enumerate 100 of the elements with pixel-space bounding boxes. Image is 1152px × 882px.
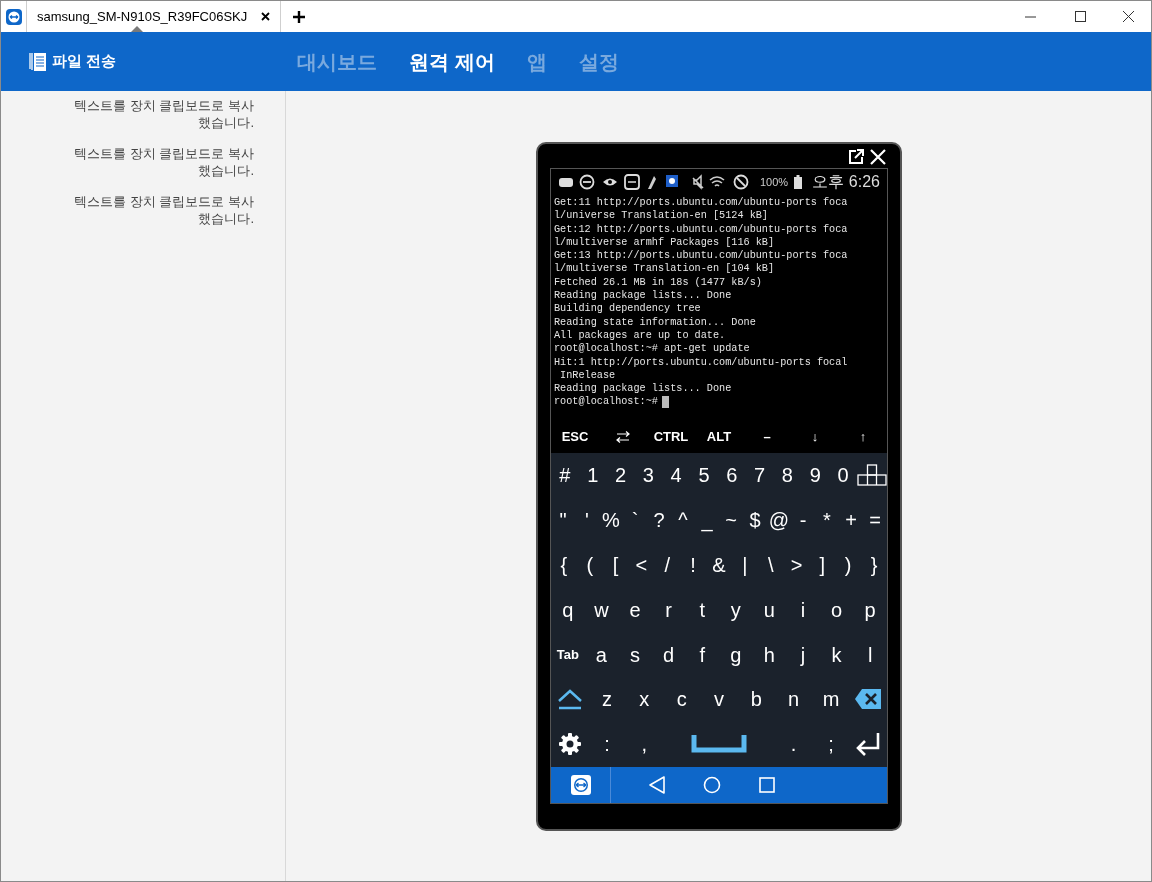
recents-icon[interactable] [759, 776, 775, 793]
arrow-keys-icon[interactable] [856, 464, 887, 487]
keyboard-key[interactable]: ↓ [791, 421, 839, 453]
keyboard-key[interactable]: } [861, 542, 887, 588]
enter-icon[interactable] [855, 732, 882, 757]
keyboard-key[interactable]: ? [647, 497, 671, 543]
keyboard-key[interactable]: $ [743, 497, 767, 543]
keyboard-key[interactable]: 2 [606, 453, 635, 498]
backspace-icon[interactable] [854, 688, 883, 711]
keyboard-key[interactable]: – [743, 421, 791, 453]
keyboard-key[interactable]: ~ [719, 497, 743, 543]
shift-icon[interactable] [556, 688, 583, 711]
keyboard-key[interactable]: b [737, 677, 775, 722]
keyboard-key[interactable]: s [618, 632, 652, 677]
keyboard-key[interactable]: 1 [578, 453, 607, 498]
keyboard-key[interactable]: : [588, 721, 626, 767]
keyboard-key[interactable]: ; [812, 721, 850, 767]
keyboard-key[interactable]: l [853, 632, 887, 677]
terminal-line: Reading package lists... Done [554, 382, 733, 396]
keyboard-key[interactable]: d [651, 632, 686, 677]
keyboard-key[interactable]: , [625, 721, 663, 767]
add-tab-icon[interactable] [293, 10, 306, 23]
keyboard-key[interactable]: i [786, 587, 820, 633]
keyboard-key[interactable]: CTRL [647, 421, 695, 453]
keyboard-key[interactable]: ESC [551, 421, 599, 453]
keyboard-key[interactable]: o [819, 587, 854, 633]
keyboard-key[interactable]: * [815, 497, 839, 543]
close-icon[interactable] [1122, 11, 1134, 22]
terminal-line: Get:11 http://ports.ubuntu.com/ubuntu-ports foca [554, 196, 849, 210]
keyboard-key[interactable]: p [853, 587, 887, 633]
keyboard-key[interactable]: = [863, 497, 887, 543]
keyboard-key[interactable]: { [551, 542, 577, 588]
minimize-icon[interactable] [1024, 15, 1036, 18]
nav-tab[interactable]: 원격 제어 [409, 46, 495, 77]
keyboard-key[interactable]: \ [757, 542, 784, 588]
keyboard-key[interactable]: 3 [634, 453, 663, 498]
swap-arrows-icon[interactable] [616, 431, 630, 443]
keyboard-key[interactable]: t [685, 587, 719, 633]
keyboard-key[interactable]: k [819, 632, 854, 677]
keyboard-key[interactable]: ALT [695, 421, 743, 453]
keyboard-key[interactable]: _ [695, 497, 719, 543]
keyboard-key[interactable]: ] [809, 542, 836, 588]
keyboard-key[interactable]: ! [680, 542, 707, 588]
keyboard-key[interactable]: 0 [829, 453, 857, 498]
keyboard-key[interactable]: 7 [745, 453, 774, 498]
keyboard-key[interactable]: q [551, 587, 585, 633]
keyboard-key[interactable]: ) [835, 542, 862, 588]
keyboard-key[interactable]: Tab [551, 632, 585, 677]
keyboard-key[interactable]: r [651, 587, 686, 633]
keyboard-key[interactable]: y [718, 587, 753, 633]
keyboard-key[interactable]: + [839, 497, 863, 543]
app-logo-icon[interactable] [570, 774, 591, 795]
keyboard-key[interactable]: h [752, 632, 787, 677]
keyboard-key[interactable]: % [599, 497, 623, 543]
battery-percent: 100% [760, 174, 789, 190]
keyboard-key[interactable]: - [791, 497, 815, 543]
keyboard-key[interactable]: 5 [690, 453, 718, 498]
space-bar-icon[interactable] [691, 735, 747, 754]
maximize-icon[interactable] [1074, 11, 1086, 22]
keyboard-key[interactable]: ( [576, 542, 603, 588]
keyboard-key[interactable]: / [654, 542, 681, 588]
keyboard-key[interactable]: # [551, 453, 579, 498]
keyboard-key[interactable]: x [625, 677, 663, 722]
keyboard-key[interactable]: ^ [671, 497, 695, 543]
keyboard-key[interactable]: z [588, 677, 626, 722]
keyboard-key[interactable]: g [718, 632, 753, 677]
settings-icon[interactable] [557, 732, 582, 757]
keyboard-key[interactable]: n [774, 677, 813, 722]
keyboard-key[interactable]: c [663, 677, 701, 722]
keyboard-key[interactable]: f [685, 632, 719, 677]
home-icon[interactable] [703, 775, 721, 794]
keyboard-key[interactable]: 4 [662, 453, 691, 498]
keyboard-key[interactable]: | [731, 542, 758, 588]
keyboard-key[interactable]: . [775, 721, 813, 767]
keyboard-key[interactable]: ' [575, 497, 599, 543]
keyboard-key[interactable]: < [628, 542, 655, 588]
keyboard-key[interactable]: [ [602, 542, 629, 588]
keyboard-key[interactable]: & [706, 542, 732, 588]
file-transfer-link[interactable]: 파일 전송 [52, 50, 117, 73]
window-tab[interactable]: samsung_SM-N910S_R39FC06SKJ [26, 1, 282, 32]
keyboard-key[interactable]: > [783, 542, 810, 588]
keyboard-key[interactable]: ` [623, 497, 647, 543]
keyboard-key[interactable]: @ [767, 497, 791, 543]
terminal-line: l/multiverse Translation-en [104 kB] [554, 262, 776, 276]
external-window-icon[interactable] [848, 149, 864, 165]
tab-pointer-icon [131, 26, 143, 32]
keyboard-key[interactable]: j [786, 632, 820, 677]
keyboard-key[interactable]: a [584, 632, 619, 677]
keyboard-key[interactable]: m [812, 677, 850, 722]
keyboard-key[interactable]: w [584, 587, 619, 633]
keyboard-key[interactable]: 6 [717, 453, 746, 498]
keyboard-key[interactable]: u [752, 587, 787, 633]
keyboard-key[interactable]: ↑ [839, 421, 887, 453]
back-icon[interactable] [649, 775, 665, 794]
keyboard-key[interactable]: 8 [773, 453, 802, 498]
keyboard-key[interactable]: e [618, 587, 652, 633]
keyboard-key[interactable]: v [700, 677, 738, 722]
keyboard-key[interactable]: 9 [801, 453, 830, 498]
close-tab-icon[interactable] [261, 12, 271, 21]
keyboard-key[interactable]: " [551, 497, 575, 543]
